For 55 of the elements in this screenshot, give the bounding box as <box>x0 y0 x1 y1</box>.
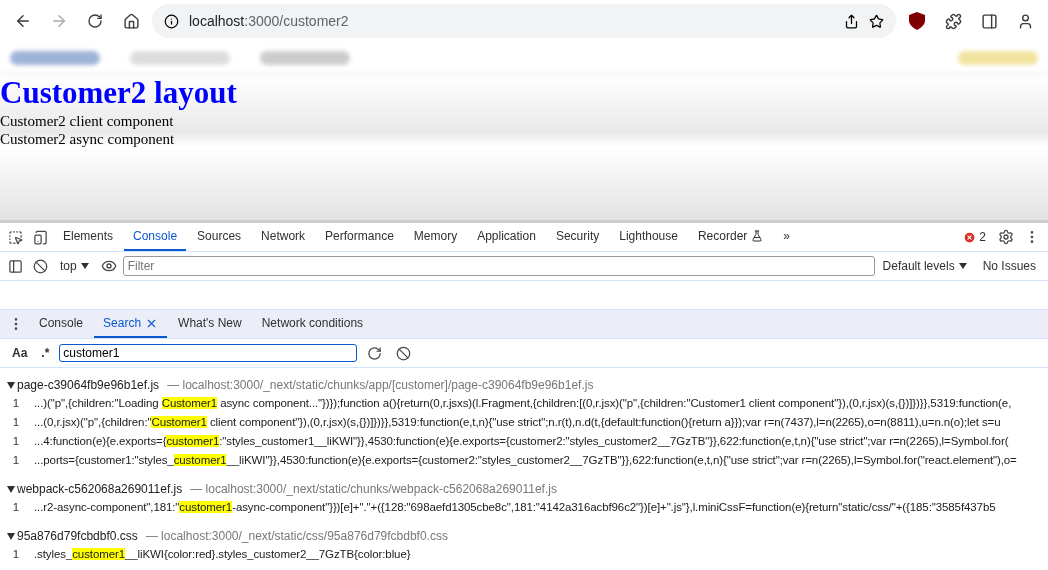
devtools-tab[interactable]: Lighthouse <box>610 223 687 251</box>
line-number: 1 <box>11 500 21 515</box>
regex-toggle[interactable]: .* <box>37 346 54 360</box>
triangle-icon[interactable] <box>7 532 15 540</box>
result-file-name[interactable]: webpack-c562068a269011ef.js <box>17 482 183 496</box>
error-count[interactable]: 2 <box>979 230 986 244</box>
search-result-line[interactable]: ...4:function(e){e.exports={customer1:"styles_customer1__liKWI"}},4530:function(e){e.exports={customer2:"styles_customer2__7GzTB"}},622:function(e,t,n){"use strict";var r=n(2265),l=Symbol.for( <box>34 434 1009 449</box>
devtools-tab[interactable]: Elements <box>54 223 123 251</box>
devtools-tab[interactable]: Application <box>468 223 545 251</box>
bookmark-star-icon[interactable] <box>869 13 884 29</box>
drawer-tab[interactable]: What's New <box>169 310 251 338</box>
triangle-icon[interactable] <box>7 485 15 493</box>
issues-text[interactable]: No Issues <box>974 259 1044 273</box>
result-file-name[interactable]: 95a876d79fcbdbf0.css <box>17 529 138 543</box>
context-dropdown[interactable]: top <box>54 259 95 273</box>
drawer-tab[interactable]: Search <box>94 310 168 338</box>
home-icon[interactable] <box>122 12 140 30</box>
share-icon[interactable] <box>844 13 859 29</box>
url-text: localhost:3000/customer2 <box>189 13 350 29</box>
devtools-tab[interactable]: Performance <box>316 223 403 251</box>
devtools-tab[interactable]: Network <box>252 223 315 251</box>
back-icon[interactable] <box>14 12 32 30</box>
search-result-line[interactable]: ...(0,r.jsx)("p",{children:"Customer1 client component"}),(0,r.jsx)(s,{})]})}},5319:function(e,t,n){"use strict";n.r(t),n.d(t,{default:function(){return a}});var r=n(7437),l=n(2265),o=n(8811),u=n.n(o);let s=u <box>34 415 1001 430</box>
result-file-path: — localhost:3000/_next/static/css/95a876d79fcbdbf0.css <box>145 529 448 543</box>
devtools-tab[interactable]: Sources <box>188 223 251 251</box>
filter-field[interactable]: Filter <box>122 256 875 276</box>
error-icon[interactable] <box>963 230 977 244</box>
caret-icon[interactable] <box>80 263 89 269</box>
search-field[interactable]: customer1 <box>59 344 358 362</box>
devtools-tab[interactable]: Recorder <box>688 223 773 251</box>
page-heading: Customer2 layout <box>0 74 238 112</box>
address-bar[interactable]: localhost:3000/customer2 <box>152 4 896 38</box>
line-number: 1 <box>11 434 21 449</box>
triangle-icon[interactable] <box>7 381 15 389</box>
line-number: 1 <box>11 396 21 411</box>
levels-dropdown[interactable]: Default levels <box>876 259 973 273</box>
match-case-toggle[interactable]: Aa <box>8 346 32 360</box>
reload-icon[interactable] <box>87 13 103 29</box>
info-icon <box>164 13 179 29</box>
more-tabs-button[interactable]: » <box>774 223 799 251</box>
line-number: 1 <box>11 415 21 430</box>
line-number: 1 <box>11 547 21 562</box>
result-file-path: — localhost:3000/_next/static/chunks/webpack-c562068a269011ef.js <box>190 482 557 496</box>
devtools-tab[interactable]: Security <box>546 223 609 251</box>
page-text: Customer2 client component <box>0 112 175 130</box>
devtools-tab[interactable]: Memory <box>404 223 467 251</box>
page-text: Customer2 async component <box>0 130 176 148</box>
drawer-tab[interactable]: Console <box>30 310 93 338</box>
flask-icon <box>751 230 764 242</box>
search-result-line[interactable]: ...)("p",{children:"Loading Customer1 async component..."})});function a(){return(0,r.jsxs)(l.Fragment,{children:[(0,r.jsx)("p",{children:"Customer1 client component"}),(0,r.jsx)(s,{})]})}},5319:function(e, <box>34 396 1012 411</box>
line-number: 1 <box>11 453 21 468</box>
result-file-path: — localhost:3000/_next/static/chunks/app/[customer]/page-c39064fb9e96b1ef.js <box>167 378 594 392</box>
caret-icon[interactable] <box>958 263 967 269</box>
drawer-tab[interactable]: Network conditions <box>252 310 373 338</box>
result-file-name[interactable]: page-c39064fb9e96b1ef.js <box>17 378 160 392</box>
